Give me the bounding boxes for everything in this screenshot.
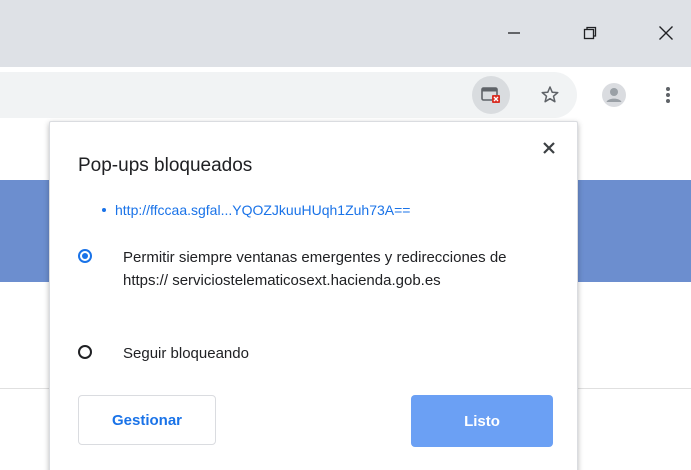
radio-keep-blocking[interactable] — [78, 345, 92, 359]
profile-avatar[interactable] — [597, 78, 631, 112]
minimize-button[interactable] — [491, 10, 537, 56]
menu-icon[interactable] — [650, 76, 686, 114]
close-icon — [659, 26, 673, 40]
popup-blocked-bubble: Pop-ups bloqueados http://ffccaa.sgfal..… — [49, 121, 578, 470]
title-bar — [0, 0, 691, 67]
option-allow-label: Permitir siempre ventanas emergentes y r… — [123, 249, 507, 289]
blocked-popup-list: http://ffccaa.sgfal...YQOZJkuuHUqh1Zuh73… — [102, 202, 410, 218]
radio-allow-checked[interactable] — [78, 249, 92, 263]
option-block-label: Seguir bloqueando — [123, 345, 249, 362]
browser-window: Pop-ups bloqueados http://ffccaa.sgfal..… — [0, 0, 691, 470]
close-window-button[interactable] — [643, 10, 689, 56]
minimize-icon — [508, 32, 520, 34]
restore-icon — [583, 26, 597, 40]
done-button[interactable]: Listo — [411, 395, 553, 447]
close-icon — [543, 142, 555, 154]
popup-blocked-icon[interactable] — [472, 76, 510, 114]
option-keep-blocking[interactable]: Seguir bloqueando — [78, 342, 523, 365]
restore-button[interactable] — [567, 10, 613, 56]
option-allow-always[interactable]: Permitir siempre ventanas emergentes y r… — [78, 246, 523, 292]
toolbar — [0, 67, 691, 123]
bubble-title: Pop-ups bloqueados — [78, 155, 253, 176]
bookmark-star-icon[interactable] — [531, 76, 569, 114]
blocked-popup-link[interactable]: http://ffccaa.sgfal...YQOZJkuuHUqh1Zuh73… — [102, 202, 410, 218]
blocked-popup-url[interactable]: http://ffccaa.sgfal...YQOZJkuuHUqh1Zuh73… — [115, 202, 410, 218]
bubble-close-button[interactable] — [535, 134, 563, 162]
manage-button[interactable]: Gestionar — [78, 395, 216, 445]
bullet-icon — [102, 208, 106, 212]
